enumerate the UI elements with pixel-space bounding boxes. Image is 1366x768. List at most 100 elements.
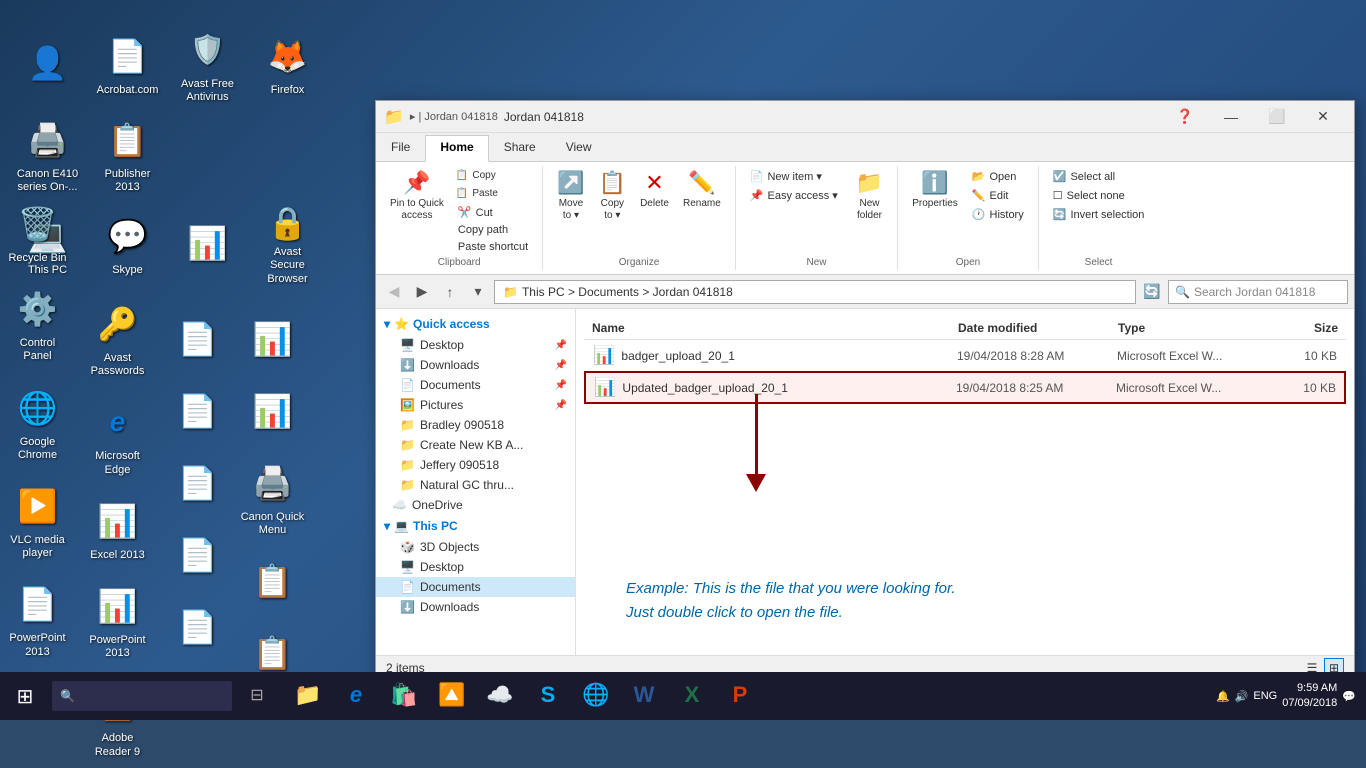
tray-network-icon[interactable]: 🔔 — [1216, 690, 1230, 703]
tray-volume-icon[interactable]: 🔊 — [1235, 690, 1249, 703]
taskbar-task-view[interactable]: ⊟ — [234, 672, 280, 720]
taskbar-app-excel[interactable]: X — [669, 672, 715, 720]
nav-item-desktop-pc[interactable]: 🖥️ Desktop — [376, 557, 575, 577]
taskbar-app-ppt[interactable]: P — [717, 672, 763, 720]
up-button[interactable]: ↑ — [438, 280, 462, 304]
file-item-updated-badger[interactable]: 📊 Updated_badger_upload_20_1 19/04/2018 … — [584, 371, 1346, 404]
desktop-icon-acrobat[interactable]: 📄 Acrobat.com — [90, 20, 165, 110]
desktop-icon-google-chrome[interactable]: 🌐 Google Chrome — [0, 379, 75, 467]
new-folder-button[interactable]: 📁 Newfolder — [850, 168, 889, 224]
file-item-badger-upload[interactable]: 📊 badger_upload_20_1 19/04/2018 8:28 AM … — [584, 340, 1346, 371]
desktop-icon-powerpoint2013-1[interactable]: 📊 PowerPoint 2013 — [80, 577, 155, 665]
rename-button[interactable]: ✏️ Rename — [677, 168, 727, 212]
tray-notification-icon[interactable]: 💬 — [1342, 690, 1356, 703]
recent-locations-button[interactable]: ▾ — [466, 280, 490, 304]
desktop-icon-user-profile[interactable]: 👤 — [10, 20, 85, 110]
start-button[interactable]: ⊞ — [0, 672, 50, 720]
help-button[interactable]: ❓ — [1162, 101, 1208, 133]
desktop-icon-doc4[interactable]: 📄 — [160, 526, 235, 588]
taskbar-app-file-explorer[interactable]: 📁 — [285, 672, 331, 720]
refresh-button[interactable]: 🔄 — [1140, 280, 1164, 304]
taskbar-search-box[interactable]: 🔍 — [52, 681, 232, 711]
properties-button[interactable]: ℹ️ Properties — [906, 168, 964, 212]
copy-button[interactable]: 📋 Copy — [452, 168, 534, 184]
edit-button[interactable]: ✏️ Edit — [966, 187, 1030, 204]
nav-item-3d-objects[interactable]: 🎲 3D Objects — [376, 537, 575, 557]
desktop-icon-skype[interactable]: 💬 Skype — [90, 200, 165, 290]
copy-to-button[interactable]: 📋 Copyto ▾ — [593, 168, 632, 224]
minimize-button[interactable]: — — [1208, 101, 1254, 133]
desktop-icon-excel-row3[interactable]: 📊 — [170, 200, 245, 290]
taskbar-app-chrome[interactable]: 🌐 — [573, 672, 619, 720]
nav-item-jeffery[interactable]: 📁 Jeffery 090518 — [376, 455, 575, 475]
desktop-icon-vlc[interactable]: ▶️ VLC media player — [0, 477, 75, 565]
desktop-icon-adobe-reader[interactable]: 📄 PowerPoint 2013 — [0, 575, 75, 663]
nav-item-documents-qa[interactable]: 📄 Documents 📌 — [376, 375, 575, 395]
desktop-icon-doc5[interactable]: 📄 — [160, 598, 235, 660]
open-button[interactable]: 📂 Open — [966, 168, 1030, 185]
pin-to-quick-access-button[interactable]: 📌 Pin to Quickaccess — [384, 168, 450, 224]
paste-button[interactable]: 📋 Paste — [452, 186, 534, 202]
tab-view[interactable]: View — [551, 135, 607, 161]
desktop-icon-avast-passwords[interactable]: 🔑 Avast Passwords — [80, 295, 155, 383]
nav-item-pictures[interactable]: 🖼️ Pictures 📌 — [376, 395, 575, 415]
nav-item-downloads-pc[interactable]: ⬇️ Downloads — [376, 597, 575, 617]
forward-button[interactable]: ▶ — [410, 280, 434, 304]
desktop-icon-excel2-col4[interactable]: 📊 — [235, 382, 310, 444]
paste-shortcut-button[interactable]: Paste shortcut — [452, 239, 534, 255]
file-list-header[interactable]: Name Date modified Type Size — [584, 317, 1346, 340]
desktop-icon-canon-e410[interactable]: 🖨️ Canon E410 series On-... — [10, 110, 85, 200]
maximize-button[interactable]: ⬜ — [1254, 101, 1300, 133]
taskbar-app-upwork[interactable]: 🔼 — [429, 672, 475, 720]
history-button[interactable]: 🕐 History — [966, 206, 1030, 223]
desktop-icon-doc1[interactable]: 📄 — [160, 310, 235, 372]
tab-share[interactable]: Share — [489, 135, 551, 161]
desktop-icon-ppt-col4[interactable]: 📋 — [235, 552, 310, 614]
desktop-icon-avast[interactable]: 🛡️ Avast Free Antivirus — [170, 20, 245, 110]
desktop-icon-doc3[interactable]: 📄 — [160, 454, 235, 516]
nav-item-onedrive[interactable]: ☁️ OneDrive — [376, 495, 575, 515]
desktop-icon-excel-col4[interactable]: 📊 — [235, 310, 310, 372]
tab-file[interactable]: File — [376, 135, 425, 161]
select-all-button[interactable]: ☑️ Select all — [1047, 168, 1151, 185]
desktop-icon-avast-secure[interactable]: 🔒 Avast Secure Browser — [250, 200, 325, 290]
badger-file-type: Microsoft Excel W... — [1117, 349, 1257, 363]
desktop-icon-excel2013[interactable]: 📊 Excel 2013 — [80, 492, 155, 567]
search-box[interactable]: 🔍 Search Jordan 041818 — [1168, 280, 1348, 304]
invert-selection-button[interactable]: 🔄 Invert selection — [1047, 206, 1151, 223]
move-to-button[interactable]: ↗️ Moveto ▾ — [551, 168, 590, 224]
taskbar-app-edge[interactable]: e — [333, 672, 379, 720]
desktop-icon-doc2[interactable]: 📄 — [160, 382, 235, 444]
taskbar-app-icloud[interactable]: ☁️ — [477, 672, 523, 720]
desktop-icon-control-panel[interactable]: ⚙️ Control Panel — [0, 280, 75, 368]
easy-access-button[interactable]: 📌 Easy access ▾ — [744, 187, 844, 204]
desktop-icon-ms-edge[interactable]: e Microsoft Edge — [80, 393, 155, 481]
taskbar-clock[interactable]: 9:59 AM 07/09/2018 — [1282, 681, 1337, 712]
nav-item-natural-gc[interactable]: 📁 Natural GC thru... — [376, 475, 575, 495]
copy-path-button[interactable]: Copy path — [452, 222, 534, 238]
back-button[interactable]: ◀ — [382, 280, 406, 304]
nav-item-create-new[interactable]: 📁 Create New KB A... — [376, 435, 575, 455]
nav-item-documents-pc[interactable]: 📄 Documents — [376, 577, 575, 597]
cut-button[interactable]: ✂️ Cut — [452, 204, 534, 221]
taskbar-app-store[interactable]: 🛍️ — [381, 672, 427, 720]
quick-access-section[interactable]: ▾ ⭐ Quick access — [376, 313, 575, 335]
close-button[interactable]: ✕ — [1300, 101, 1346, 133]
select-none-button[interactable]: ☐ Select none — [1047, 187, 1151, 204]
taskbar-app-skype[interactable]: S — [525, 672, 571, 720]
publisher2013-icon: 📋 — [104, 116, 152, 164]
taskbar-app-word[interactable]: W — [621, 672, 667, 720]
nav-item-downloads[interactable]: ⬇️ Downloads 📌 — [376, 355, 575, 375]
nav-item-desktop[interactable]: 🖥️ Desktop 📌 — [376, 335, 575, 355]
this-pc-section[interactable]: ▾ 💻 This PC — [376, 515, 575, 537]
new-item-button[interactable]: 📄 New item ▾ — [744, 168, 844, 185]
desktop-icon-canon-quick-menu[interactable]: 🖨️ Canon Quick Menu — [235, 454, 310, 542]
tab-home[interactable]: Home — [425, 135, 488, 162]
delete-button[interactable]: ✕ Delete — [634, 168, 675, 212]
bradley-label: Bradley 090518 — [420, 418, 504, 432]
desktop-icon-firefox[interactable]: 🦊 Firefox — [250, 20, 325, 110]
nav-item-bradley[interactable]: 📁 Bradley 090518 — [376, 415, 575, 435]
address-path[interactable]: 📁 This PC > Documents > Jordan 041818 — [494, 280, 1136, 304]
desktop-icon-recycle-bin[interactable]: 🗑️ Recycle Bin — [0, 195, 75, 270]
desktop-icon-publisher2013[interactable]: 📋 Publisher 2013 — [90, 110, 165, 200]
